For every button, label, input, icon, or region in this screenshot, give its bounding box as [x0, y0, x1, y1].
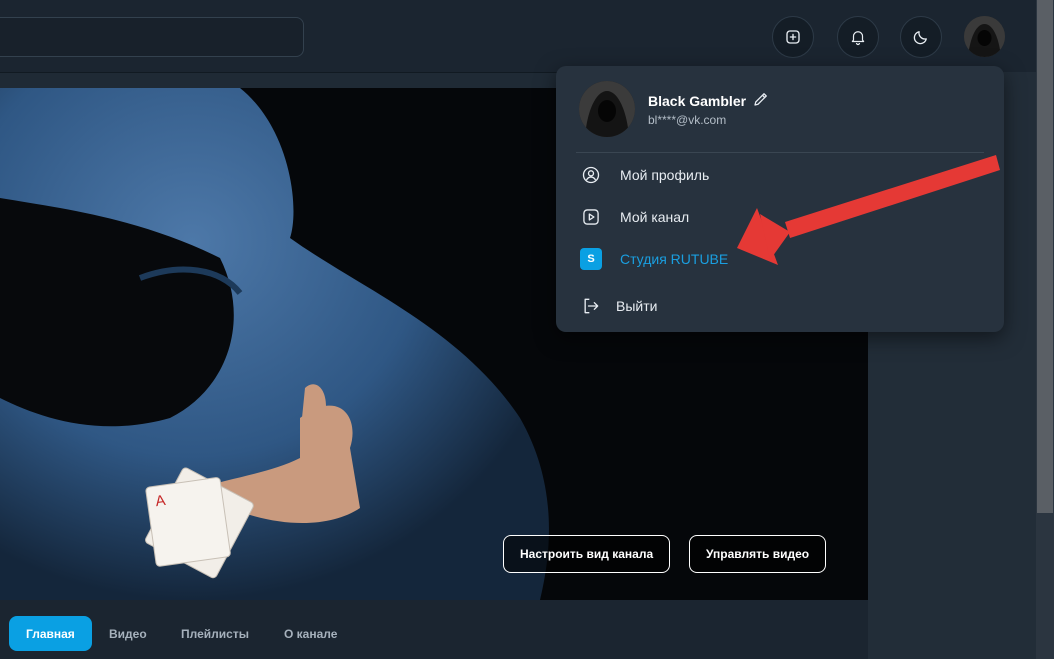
avatar[interactable] — [964, 16, 1005, 57]
plus-square-icon — [786, 30, 800, 44]
user-email: bl****@vk.com — [648, 113, 727, 127]
menu-item-label: Студия RUTUBE — [620, 251, 729, 267]
top-bar — [0, 0, 1036, 73]
tab-playlists[interactable]: Плейлисты — [181, 616, 249, 651]
avatar-image — [579, 81, 635, 137]
play-square-icon — [580, 206, 602, 228]
tab-videos[interactable]: Видео — [109, 616, 147, 651]
user-circle-icon — [580, 164, 602, 186]
bell-icon — [851, 31, 865, 46]
avatar-image — [964, 16, 1005, 57]
avatar — [579, 81, 635, 137]
studio-s-icon: S — [580, 248, 602, 270]
channel-tabs: Главная Видео Плейлисты О канале — [0, 600, 868, 659]
menu-item-label: Мой канал — [620, 209, 690, 225]
menu-item-my-channel[interactable]: Мой канал — [580, 203, 689, 231]
user-dropdown-menu: Black Gambler bl****@vk.com Мой профиль … — [556, 66, 1004, 332]
customize-channel-button[interactable]: Настроить вид канала — [503, 535, 671, 573]
moon-icon — [913, 31, 927, 45]
menu-item-my-profile[interactable]: Мой профиль — [580, 161, 709, 189]
scrollbar-thumb[interactable] — [1037, 0, 1053, 513]
notifications-button[interactable] — [837, 16, 879, 58]
menu-item-rutube-studio[interactable]: S Студия RUTUBE — [580, 245, 728, 273]
edit-pencil-icon[interactable] — [752, 90, 770, 108]
page-scrollbar[interactable] — [1036, 0, 1054, 659]
logout-icon — [580, 295, 602, 317]
manage-videos-button[interactable]: Управлять видео — [689, 535, 827, 573]
menu-item-logout[interactable]: Выйти — [580, 292, 657, 320]
user-name: Black Gambler — [648, 93, 747, 109]
menu-item-label: Выйти — [616, 298, 658, 314]
tab-home[interactable]: Главная — [9, 616, 92, 651]
add-content-button[interactable] — [772, 16, 814, 58]
theme-toggle-button[interactable] — [900, 16, 942, 58]
search-input[interactable] — [0, 17, 304, 57]
divider — [576, 152, 984, 153]
tab-about[interactable]: О канале — [284, 616, 337, 651]
menu-item-label: Мой профиль — [620, 167, 710, 183]
